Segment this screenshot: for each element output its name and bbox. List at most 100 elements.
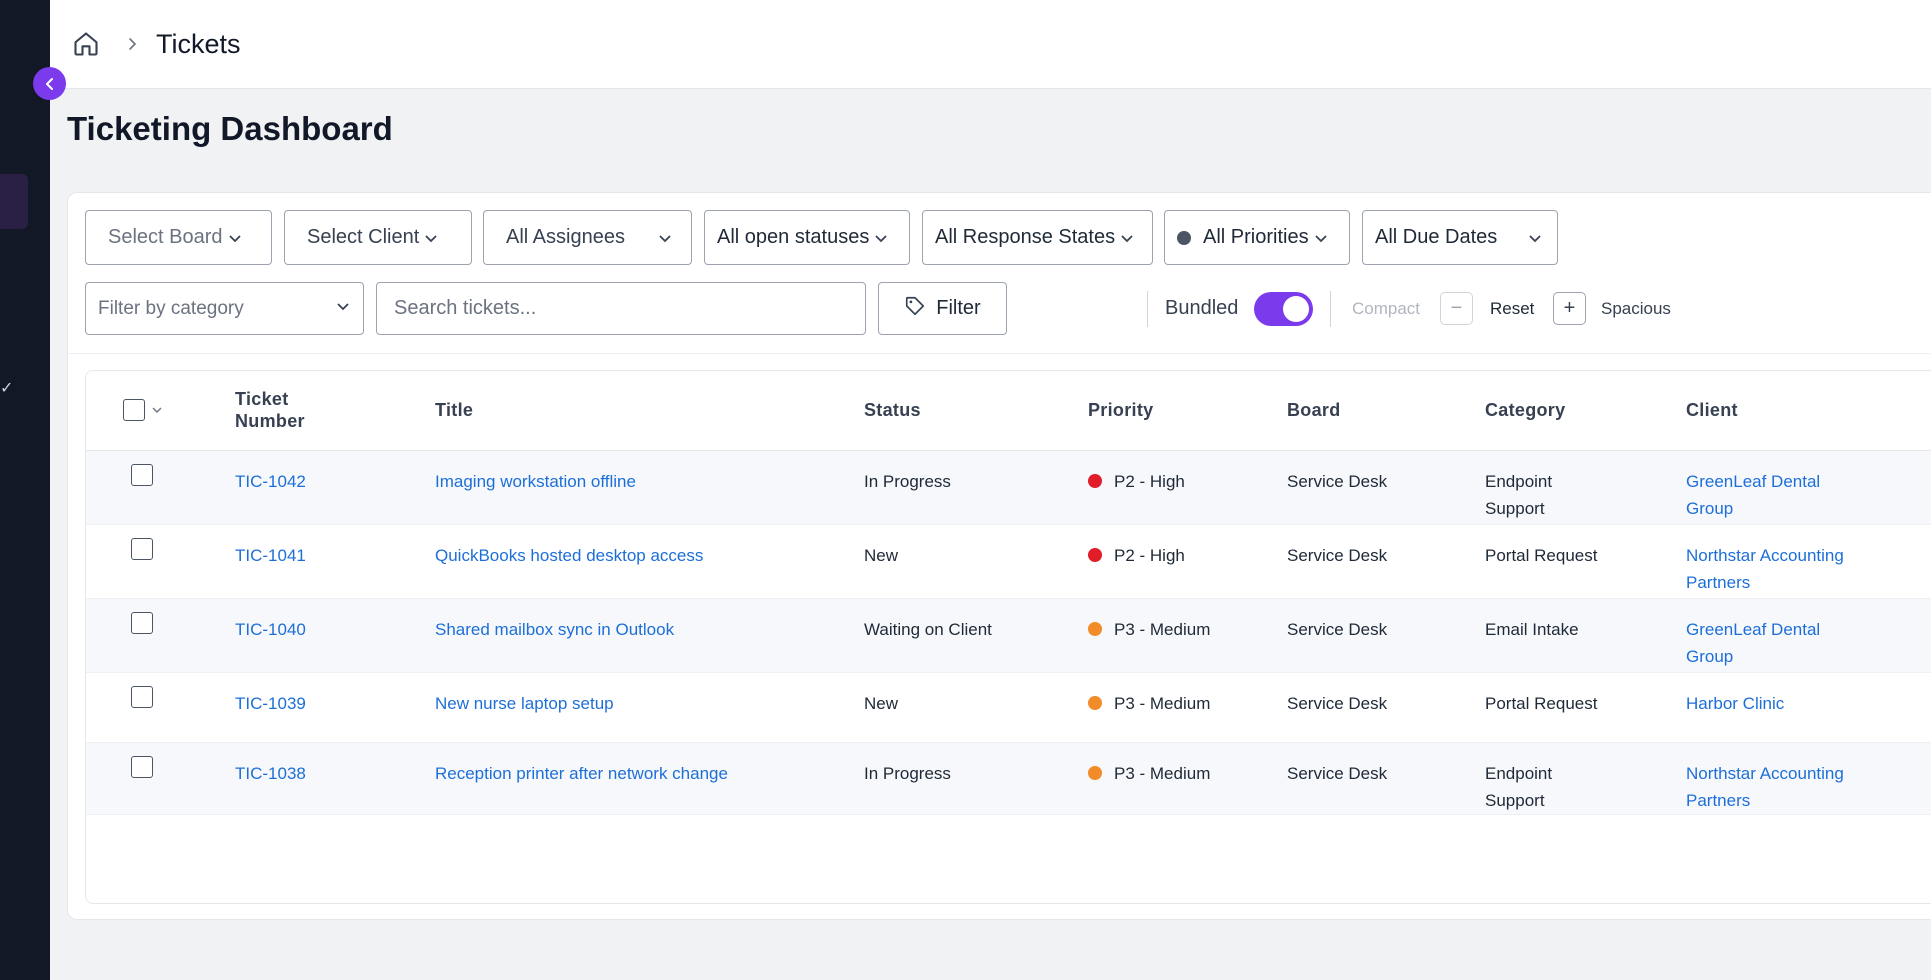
col-status[interactable]: Status (864, 371, 1088, 451)
chevron-down-icon (1313, 230, 1329, 246)
ticket-number-link[interactable]: TIC-1041 (235, 546, 306, 565)
col-priority[interactable]: Priority (1088, 371, 1287, 451)
checkmark-icon[interactable]: ✓ (0, 378, 13, 398)
collapse-sidebar-button[interactable] (33, 67, 66, 100)
response-state-select-label: All Response States (935, 226, 1116, 248)
ticket-priority: P2 - High (1114, 545, 1185, 565)
divider (1147, 291, 1148, 327)
table-row[interactable]: TIC-1040 Shared mailbox sync in Outlook … (86, 598, 1931, 672)
chevron-down-icon (1527, 230, 1543, 246)
bundled-label: Bundled (1165, 297, 1239, 319)
tickets-table: Ticket Number Title Status Priority Boar… (85, 370, 1931, 904)
ticket-board: Service Desk (1287, 545, 1388, 565)
priority-select[interactable]: All Priorities (1164, 210, 1350, 265)
row-checkbox[interactable] (131, 463, 153, 486)
table-row[interactable]: TIC-1038 Reception printer after network… (86, 742, 1931, 814)
table-header: Ticket Number Title Status Priority Boar… (86, 371, 1931, 451)
client-link[interactable]: Northstar Accounting Partners (1686, 764, 1844, 810)
assignees-select[interactable]: All Assignees (483, 210, 692, 265)
priority-dot-icon (1088, 696, 1102, 710)
ticket-number-link[interactable]: TIC-1042 (235, 472, 306, 491)
ticket-title-link[interactable]: Reception printer after network change (435, 764, 728, 783)
ticket-number-link[interactable]: TIC-1039 (235, 694, 306, 713)
col-client[interactable]: Client (1686, 371, 1931, 451)
client-link[interactable]: Northstar Accounting Partners (1686, 546, 1844, 592)
sidebar-active-item[interactable] (0, 174, 28, 229)
toggle-knob (1283, 296, 1309, 322)
ticket-status: Waiting on Client (864, 619, 992, 639)
ticket-status: New (864, 693, 899, 713)
category-filter-placeholder: Filter by category (98, 297, 244, 319)
tag-icon (904, 295, 926, 323)
client-link[interactable]: Harbor Clinic (1686, 694, 1784, 713)
breadcrumb-separator-icon (126, 37, 138, 51)
ticket-title-link[interactable]: New nurse laptop setup (435, 694, 614, 713)
search-input[interactable] (376, 282, 866, 335)
category-filter[interactable]: Filter by category (85, 282, 364, 335)
table-row[interactable]: TIC-1042 Imaging workstation offline In … (86, 450, 1931, 524)
due-date-select[interactable]: All Due Dates (1362, 210, 1558, 265)
ticket-board: Service Desk (1287, 619, 1388, 639)
ticket-priority: P3 - Medium (1114, 619, 1211, 639)
col-ticket-number[interactable]: Ticket Number (235, 371, 435, 451)
top-bar: Tickets (50, 0, 1931, 89)
tickets-card: Select Board Select Client All Assignees… (67, 192, 1931, 920)
client-select[interactable]: Select Client (284, 210, 472, 265)
col-ticket-number-label: Ticket Number (235, 389, 305, 432)
ticket-title-link[interactable]: Imaging workstation offline (435, 472, 636, 491)
chevron-down-icon (873, 230, 889, 246)
ticket-board: Service Desk (1287, 693, 1388, 713)
chevron-left-icon (45, 77, 53, 90)
spacious-label: Spacious (1601, 299, 1671, 318)
assignees-select-label: All Assignees (506, 226, 625, 248)
sidebar: ✓ (0, 0, 50, 980)
col-category[interactable]: Category (1485, 371, 1686, 451)
priority-dot-icon (1088, 766, 1102, 780)
ticket-title-link[interactable]: Shared mailbox sync in Outlook (435, 620, 674, 639)
ticket-number-link[interactable]: TIC-1038 (235, 764, 306, 783)
col-board[interactable]: Board (1287, 371, 1485, 451)
row-checkbox[interactable] (131, 537, 153, 560)
ticket-category: Portal Request (1485, 545, 1598, 565)
client-link[interactable]: GreenLeaf Dental Group (1686, 472, 1820, 518)
ticket-category: Endpoint Support (1485, 471, 1553, 518)
table-row[interactable]: TIC-1041 QuickBooks hosted desktop acces… (86, 524, 1931, 598)
select-all-checkbox[interactable] (123, 399, 145, 422)
home-icon[interactable] (72, 30, 100, 58)
board-select[interactable]: Select Board (85, 210, 272, 265)
priority-dot-icon (1088, 622, 1102, 636)
filter-button[interactable]: Filter (878, 282, 1007, 335)
row-checkbox[interactable] (131, 611, 153, 634)
ticket-priority: P3 - Medium (1114, 763, 1211, 783)
col-title[interactable]: Title (435, 371, 864, 451)
spacious-plus-button[interactable]: + (1553, 292, 1586, 325)
row-checkbox[interactable] (131, 685, 153, 708)
ticket-title-link[interactable]: QuickBooks hosted desktop access (435, 546, 703, 565)
divider (68, 353, 1931, 354)
response-state-select[interactable]: All Response States (922, 210, 1153, 265)
chevron-down-icon[interactable] (151, 400, 163, 421)
priority-dot-icon (1177, 230, 1191, 245)
status-select[interactable]: All open statuses (704, 210, 910, 265)
ticket-status: In Progress (864, 471, 951, 491)
ticket-number-link[interactable]: TIC-1040 (235, 620, 306, 639)
ticket-priority: P2 - High (1114, 471, 1185, 491)
divider (1330, 291, 1331, 327)
ticket-category: Portal Request (1485, 693, 1598, 713)
client-link[interactable]: GreenLeaf Dental Group (1686, 620, 1820, 666)
priority-dot-icon (1088, 474, 1102, 488)
reset-density-button[interactable]: Reset (1490, 299, 1534, 319)
row-checkbox[interactable] (131, 755, 153, 778)
chevron-down-icon (657, 230, 673, 246)
ticket-board: Service Desk (1287, 763, 1388, 783)
chevron-down-icon (227, 230, 243, 246)
ticket-priority: P3 - Medium (1114, 693, 1211, 713)
chevron-down-icon (335, 298, 351, 320)
ticket-category: Email Intake (1485, 619, 1579, 639)
select-all-header (86, 371, 235, 451)
compact-minus-button[interactable]: − (1440, 292, 1473, 325)
priority-dot-icon (1088, 548, 1102, 562)
bundled-toggle[interactable] (1254, 292, 1313, 326)
compact-label: Compact (1352, 299, 1421, 318)
table-row[interactable]: TIC-1039 New nurse laptop setup New P3 -… (86, 672, 1931, 742)
